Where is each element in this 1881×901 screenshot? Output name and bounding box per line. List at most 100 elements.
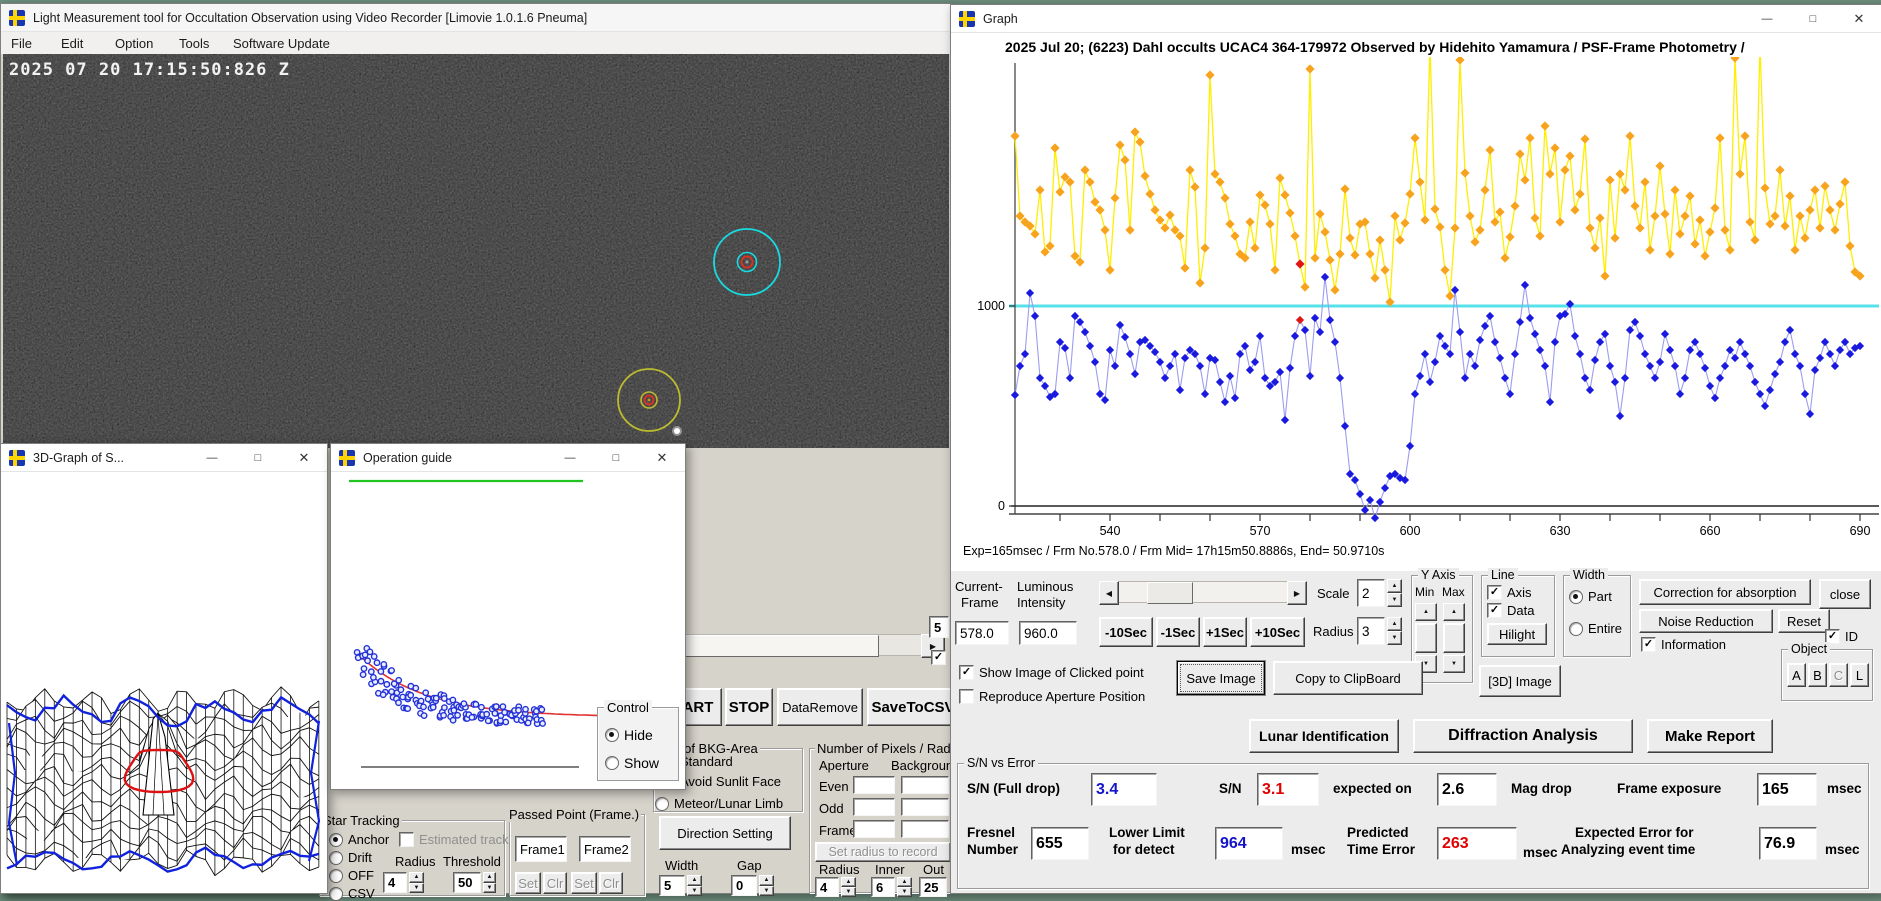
spin-up-button[interactable]: ▲ [759, 875, 774, 886]
guide-show-radio[interactable]: Show [605, 755, 659, 771]
expected-error-field[interactable]: 76.9 [1759, 827, 1817, 860]
spin-up-button[interactable]: ▲ [1443, 603, 1465, 621]
save-to-csv-button[interactable]: SaveToCSV [867, 688, 959, 726]
close-icon[interactable]: ✕ [1840, 6, 1878, 32]
video-frame[interactable] [3, 54, 949, 448]
spin-down-button[interactable]: ▼ [841, 887, 856, 897]
information-checkbox[interactable]: ✓ Information [1641, 637, 1726, 652]
lunar-identification-button[interactable]: Lunar Identification [1249, 719, 1399, 753]
tracking-drift-radio[interactable]: Drift [329, 850, 372, 865]
spin-up-button[interactable]: ▲ [841, 877, 856, 887]
odd-aperture-field[interactable] [853, 798, 895, 816]
plus-1sec-button[interactable]: +1Sec [1203, 617, 1247, 647]
passed-clr1-button[interactable]: Clr [543, 872, 567, 894]
edge-fragment-spin-field[interactable]: 5 [929, 616, 949, 638]
close-icon[interactable]: ✕ [643, 445, 681, 471]
expected-field[interactable]: 2.6 [1437, 773, 1497, 806]
minimize-icon[interactable]: — [551, 445, 589, 471]
maximize-icon[interactable]: □ [239, 445, 277, 471]
sn-field[interactable]: 3.1 [1257, 773, 1319, 806]
frame-scrollbar[interactable] [1099, 581, 1305, 603]
passed-set2-button[interactable]: Set [571, 872, 597, 894]
y-min-track[interactable] [1415, 623, 1437, 653]
make-report-button[interactable]: Make Report [1647, 719, 1773, 753]
scroll-right-icon[interactable]: ▶ [1287, 581, 1307, 605]
minus-10sec-button[interactable]: -10Sec [1099, 617, 1153, 647]
direction-setting-button[interactable]: Direction Setting [659, 816, 791, 850]
aperture-radius-field[interactable]: 4 [815, 877, 839, 897]
spin-up-button[interactable]: ▲ [687, 875, 702, 886]
guide-titlebar[interactable]: Operation guide — □ ✕ [331, 444, 685, 472]
spin-down-button[interactable]: ▼ [1387, 631, 1402, 645]
sn-full-field[interactable]: 3.4 [1091, 773, 1157, 806]
menu-software-update[interactable]: Software Update [233, 36, 330, 51]
width-field[interactable]: 5 [659, 875, 685, 896]
spin-up-button[interactable]: ▲ [1415, 603, 1437, 621]
spin-up-button[interactable]: ▲ [409, 872, 424, 883]
tracking-anchor-radio[interactable]: Anchor [329, 832, 389, 847]
spin-up-button[interactable]: ▲ [483, 872, 496, 883]
graph-titlebar[interactable]: Graph — □ ✕ [951, 5, 1881, 33]
plus-10sec-button[interactable]: +10Sec [1250, 617, 1305, 647]
main-titlebar[interactable]: Light Measurement tool for Occultation O… [1, 4, 951, 32]
spin-down-button[interactable]: ▼ [1387, 593, 1402, 607]
axis-checkbox[interactable]: ✓ Axis [1487, 585, 1532, 600]
scroll-left-icon[interactable]: ◀ [1099, 581, 1119, 605]
menu-edit[interactable]: Edit [61, 36, 83, 51]
inner-radius-field[interactable]: 6 [871, 877, 895, 897]
tracking-radius-field[interactable]: 4 [383, 872, 407, 893]
3d-image-button[interactable]: [3D] Image [1479, 665, 1561, 697]
tracking-threshold-field[interactable]: 50 [453, 872, 481, 893]
correction-absorption-button[interactable]: Correction for absorption [1639, 579, 1811, 605]
fresnel-field[interactable]: 655 [1031, 827, 1089, 860]
hilight-button[interactable]: Hilight [1487, 623, 1547, 645]
predicted-error-field[interactable]: 263 [1437, 827, 1517, 860]
maximize-icon[interactable]: □ [597, 445, 635, 471]
luminous-intensity-field[interactable]: 960.0 [1019, 621, 1077, 645]
spin-up-button[interactable]: ▲ [1387, 579, 1402, 593]
show-image-checkbox[interactable]: ✓ Show Image of Clicked point [959, 665, 1144, 680]
passed-set1-button[interactable]: Set [515, 872, 541, 894]
object-b-button[interactable]: B [1808, 663, 1827, 687]
spin-down-button[interactable]: ▼ [1443, 655, 1465, 673]
diffraction-analysis-button[interactable]: Diffraction Analysis [1413, 719, 1633, 753]
menu-option[interactable]: Option [115, 36, 153, 51]
even-aperture-field[interactable] [853, 776, 895, 794]
minimize-icon[interactable]: — [193, 445, 231, 471]
scale-field[interactable]: 2 [1357, 579, 1385, 607]
bkg-meteor-limb-radio[interactable]: Meteor/Lunar Limb [655, 796, 783, 811]
menu-file[interactable]: File [11, 36, 32, 51]
passed-frame2-field[interactable]: Frame2 [579, 836, 631, 862]
reproduce-aperture-checkbox[interactable]: Reproduce Aperture Position [959, 689, 1145, 704]
object-a-button[interactable]: A [1787, 663, 1806, 687]
spin-up-button[interactable]: ▲ [1387, 617, 1402, 631]
minimize-icon[interactable]: — [1748, 6, 1786, 32]
spin-down-button[interactable]: ▼ [759, 885, 774, 896]
spin-down-button[interactable]: ▼ [897, 887, 912, 897]
odd-background-field[interactable] [901, 798, 949, 816]
stop-button[interactable]: STOP [725, 688, 773, 726]
spin-down-button[interactable]: ▼ [687, 885, 702, 896]
y-max-track[interactable] [1443, 623, 1465, 653]
spin-up-button[interactable]: ▲ [897, 877, 912, 887]
menu-tools[interactable]: Tools [179, 36, 209, 51]
frame-exposure-field[interactable]: 165 [1757, 773, 1817, 806]
tracking-csv-radio[interactable]: CSV [329, 886, 375, 901]
copy-to-clipboard-button[interactable]: Copy to ClipBoard [1273, 661, 1423, 695]
frame-scrollbar-thumb[interactable] [1147, 582, 1193, 604]
current-frame-field[interactable]: 578.0 [955, 621, 1009, 645]
close-icon[interactable]: ✕ [285, 445, 323, 471]
edge-fragment-checkbox[interactable]: ✓ [931, 650, 946, 665]
reset-button[interactable]: Reset [1778, 609, 1830, 633]
estimated-track-checkbox[interactable]: Estimated track [399, 832, 509, 847]
3d-psf-mesh[interactable] [1, 473, 325, 892]
spin-down-button[interactable]: ▼ [409, 882, 424, 893]
width-entire-radio[interactable]: Entire [1569, 621, 1622, 636]
width-part-radio[interactable]: Part [1569, 589, 1612, 604]
noise-reduction-button[interactable]: Noise Reduction [1639, 609, 1773, 633]
frame-aperture-field[interactable] [853, 820, 895, 838]
even-background-field[interactable] [901, 776, 949, 794]
lower-limit-field[interactable]: 964 [1215, 827, 1283, 860]
save-image-button[interactable]: Save Image [1177, 661, 1265, 695]
close-graph-button[interactable]: close [1819, 579, 1871, 609]
